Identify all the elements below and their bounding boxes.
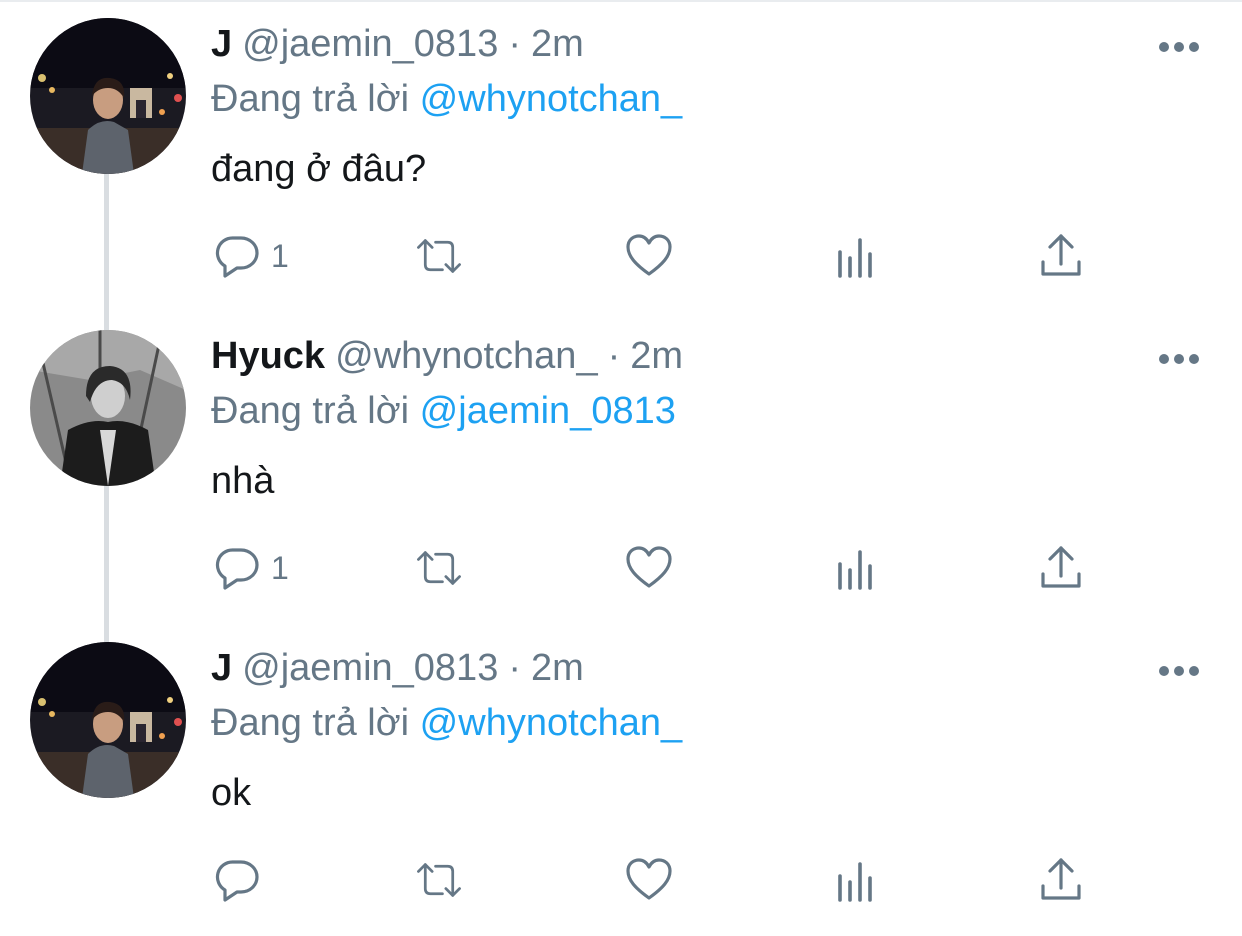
retweet-button[interactable] <box>415 854 463 906</box>
tweet-text: ok <box>211 772 252 814</box>
replying-label: Đang trả lời <box>211 78 410 120</box>
timestamp[interactable]: 2m <box>531 647 584 689</box>
retweet-button[interactable] <box>415 230 463 282</box>
replying-to: Đang trả lời @whynotchan_ <box>211 77 682 121</box>
timestamp[interactable]: 2m <box>531 23 584 65</box>
display-name[interactable]: J <box>211 23 232 65</box>
retweet-icon <box>417 239 461 273</box>
separator: · <box>508 647 521 689</box>
reply-count: 1 <box>271 549 289 586</box>
reply-icon <box>215 548 259 590</box>
share-icon <box>1041 546 1081 588</box>
retweet-button[interactable] <box>415 542 463 594</box>
replying-to: Đang trả lời @jaemin_0813 <box>211 389 676 433</box>
reply-button[interactable] <box>213 854 271 906</box>
replying-label: Đang trả lời <box>211 390 410 432</box>
user-handle[interactable]: @jaemin_0813 <box>242 23 498 65</box>
reply-button[interactable]: 1 <box>213 230 289 282</box>
like-button[interactable] <box>625 230 673 282</box>
analytics-button[interactable] <box>833 854 881 906</box>
more-icon[interactable] <box>1158 352 1200 366</box>
share-icon <box>1041 858 1081 900</box>
analytics-icon <box>838 862 872 902</box>
more-icon[interactable] <box>1158 664 1200 678</box>
tweet[interactable]: Hyuck @whynotchan_ · 2m Đang trả lời @jaemi… <box>0 312 1242 624</box>
heart-icon <box>626 234 672 276</box>
like-button[interactable] <box>625 542 673 594</box>
mention-link[interactable]: @jaemin_0813 <box>420 390 676 432</box>
tweet-header: J @jaemin_0813 · 2m <box>211 22 584 66</box>
heart-icon <box>626 858 672 900</box>
separator: · <box>607 335 621 377</box>
retweet-icon <box>417 551 461 585</box>
analytics-button[interactable] <box>833 542 881 594</box>
display-name[interactable]: Hyuck <box>211 335 325 377</box>
tweet[interactable]: J @jaemin_0813 · 2m Đang trả lời @whynotcha… <box>0 0 1242 312</box>
replying-label: Đang trả lời <box>211 702 410 744</box>
avatar[interactable] <box>30 330 186 486</box>
retweet-icon <box>417 863 461 897</box>
user-handle[interactable]: @whynotchan_ <box>335 335 598 377</box>
user-handle[interactable]: @jaemin_0813 <box>242 647 498 689</box>
heart-icon <box>626 546 672 588</box>
share-button[interactable] <box>1037 230 1085 282</box>
tweet-header: Hyuck @whynotchan_ · 2m <box>211 334 683 378</box>
tweet-actions <box>213 854 1113 906</box>
share-icon <box>1041 234 1081 276</box>
mention-link[interactable]: @whynotchan_ <box>420 702 683 744</box>
reply-icon <box>215 236 259 278</box>
share-button[interactable] <box>1037 542 1085 594</box>
tweet-text: đang ở đâu? <box>211 148 427 190</box>
tweet-actions: 1 <box>213 230 1113 282</box>
avatar[interactable] <box>30 18 186 174</box>
separator: · <box>508 23 521 65</box>
reply-button[interactable]: 1 <box>213 542 289 594</box>
share-button[interactable] <box>1037 854 1085 906</box>
reply-count: 1 <box>271 237 289 274</box>
tweet[interactable]: J @jaemin_0813 · 2m Đang trả lời @whynotcha… <box>0 624 1242 936</box>
analytics-icon <box>838 238 872 278</box>
avatar[interactable] <box>30 642 186 798</box>
analytics-icon <box>838 550 872 590</box>
timestamp[interactable]: 2m <box>630 335 683 377</box>
tweet-header: J @jaemin_0813 · 2m <box>211 646 584 690</box>
mention-link[interactable]: @whynotchan_ <box>420 78 683 120</box>
tweet-actions: 1 <box>213 542 1113 594</box>
tweet-text: nhà <box>211 460 275 502</box>
replying-to: Đang trả lời @whynotchan_ <box>211 701 682 745</box>
more-icon[interactable] <box>1158 40 1200 54</box>
reply-icon <box>215 860 259 902</box>
analytics-button[interactable] <box>833 230 881 282</box>
like-button[interactable] <box>625 854 673 906</box>
display-name[interactable]: J <box>211 647 232 689</box>
